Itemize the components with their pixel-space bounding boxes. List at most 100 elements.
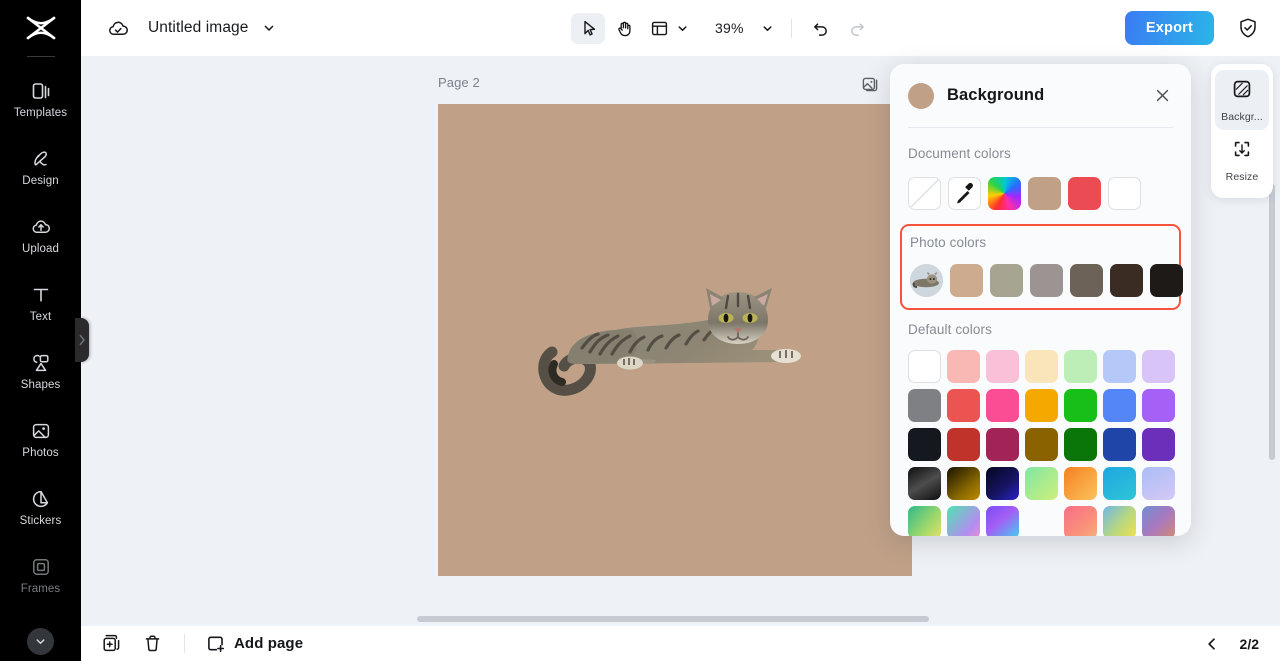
sidebar-item-stickers[interactable]: Stickers bbox=[0, 473, 81, 541]
photo-color-3[interactable] bbox=[1030, 264, 1063, 297]
cat-photo[interactable] bbox=[538, 286, 816, 414]
red[interactable] bbox=[947, 389, 980, 422]
close-x-icon[interactable] bbox=[1153, 86, 1172, 105]
gradient-gold[interactable] bbox=[947, 467, 980, 500]
left-sidebar: Templates Design Upload Text Shapes Phot… bbox=[0, 0, 81, 661]
trash-icon[interactable] bbox=[142, 633, 163, 654]
cursor-arrow-icon bbox=[583, 20, 595, 36]
white[interactable] bbox=[908, 350, 941, 383]
dark-gold[interactable] bbox=[1025, 428, 1058, 461]
light-salmon[interactable] bbox=[947, 350, 980, 383]
zoom-control[interactable]: 39% bbox=[708, 13, 779, 44]
panel-collapse-handle[interactable] bbox=[75, 318, 89, 362]
hand-tool-button[interactable] bbox=[607, 13, 641, 44]
dark-red[interactable] bbox=[947, 428, 980, 461]
sidebar-item-text[interactable]: Text bbox=[0, 269, 81, 337]
photo-color-5[interactable] bbox=[1110, 264, 1143, 297]
hand-icon bbox=[617, 21, 631, 36]
redo-button[interactable] bbox=[840, 13, 874, 44]
gradient-violet-cyan[interactable] bbox=[986, 506, 1019, 536]
white-swatch[interactable] bbox=[1108, 177, 1141, 210]
navy-blue[interactable] bbox=[1103, 428, 1136, 461]
background-panel-header: Background bbox=[890, 64, 1191, 127]
sidebar-item-label: Frames bbox=[20, 582, 61, 595]
eyedropper-icon bbox=[957, 182, 973, 204]
sidebar-item-label: Design bbox=[22, 174, 59, 187]
sidebar-item-upload[interactable]: Upload bbox=[0, 201, 81, 269]
document-colors-section: Document colors bbox=[890, 128, 1191, 210]
duplicate-page-icon[interactable] bbox=[101, 633, 122, 654]
green[interactable] bbox=[1064, 389, 1097, 422]
light-cream[interactable] bbox=[1025, 350, 1058, 383]
gradient-aqua-pink[interactable] bbox=[947, 506, 980, 536]
sidebar-item-label: Templates bbox=[13, 106, 68, 119]
shield-check-icon[interactable] bbox=[1236, 16, 1260, 40]
gradient-charcoal[interactable] bbox=[908, 467, 941, 500]
tan-swatch[interactable] bbox=[1028, 177, 1061, 210]
eyedropper-swatch[interactable] bbox=[948, 177, 981, 210]
chevron-down-icon[interactable] bbox=[262, 21, 276, 35]
red-swatch[interactable] bbox=[1068, 177, 1101, 210]
chevron-left-icon[interactable] bbox=[1204, 636, 1220, 652]
select-tool-button[interactable] bbox=[571, 12, 605, 44]
maroon[interactable] bbox=[986, 428, 1019, 461]
gradient-periwinkle[interactable] bbox=[1142, 467, 1175, 500]
sidebar-item-design[interactable]: Design bbox=[0, 133, 81, 201]
sidebar-more-button[interactable] bbox=[27, 628, 54, 655]
document-title[interactable]: Untitled image bbox=[148, 19, 248, 37]
gradient-plum[interactable] bbox=[1025, 506, 1058, 536]
dock-item-resize[interactable]: Resize bbox=[1215, 130, 1269, 190]
artboard[interactable] bbox=[438, 104, 912, 576]
photo-color-4[interactable] bbox=[1070, 264, 1103, 297]
cloud-check-icon[interactable] bbox=[106, 16, 131, 41]
dark-purple[interactable] bbox=[1142, 428, 1175, 461]
stacked-images-icon[interactable] bbox=[861, 74, 880, 98]
undo-button[interactable] bbox=[804, 13, 838, 44]
rainbow-swatch[interactable] bbox=[988, 177, 1021, 210]
sidebar-item-frames[interactable]: Frames bbox=[0, 541, 81, 609]
sidebar-item-photos[interactable]: Photos bbox=[0, 405, 81, 473]
default-colors-section: Default colors bbox=[890, 310, 1191, 536]
dock-item-background[interactable]: Backgr... bbox=[1215, 70, 1269, 130]
sidebar-item-label: Upload bbox=[21, 242, 60, 255]
add-page-button[interactable]: Add page bbox=[206, 634, 303, 653]
gradient-mint[interactable] bbox=[1025, 467, 1058, 500]
sidebar-item-templates[interactable]: Templates bbox=[0, 65, 81, 133]
top-toolbar: Untitled image 39% Export bbox=[81, 0, 1280, 56]
blue[interactable] bbox=[1103, 389, 1136, 422]
gradient-coral[interactable] bbox=[1064, 506, 1097, 536]
light-green[interactable] bbox=[1064, 350, 1097, 383]
gradient-orange[interactable] bbox=[1064, 467, 1097, 500]
gradient-sky[interactable] bbox=[1103, 467, 1136, 500]
photo-color-2[interactable] bbox=[990, 264, 1023, 297]
horizontal-scrollbar[interactable] bbox=[417, 616, 929, 622]
current-background-swatch[interactable] bbox=[908, 82, 934, 109]
gradient-mauve[interactable] bbox=[1142, 506, 1175, 536]
light-pink[interactable] bbox=[986, 350, 1019, 383]
photo-color-1[interactable] bbox=[950, 264, 983, 297]
gradient-blue-yellow[interactable] bbox=[1103, 506, 1136, 536]
purple[interactable] bbox=[1142, 389, 1175, 422]
capcut-logo[interactable] bbox=[0, 0, 81, 56]
background-panel: Background Document colors Photo colors bbox=[890, 64, 1191, 536]
sidebar-item-shapes[interactable]: Shapes bbox=[0, 337, 81, 405]
dark-green[interactable] bbox=[1064, 428, 1097, 461]
near-black[interactable] bbox=[908, 428, 941, 461]
photo-color-6[interactable] bbox=[1150, 264, 1183, 297]
orange[interactable] bbox=[1025, 389, 1058, 422]
gradient-indigo[interactable] bbox=[986, 467, 1019, 500]
photo-thumbnail-cat[interactable] bbox=[910, 264, 943, 297]
transparent-swatch[interactable] bbox=[908, 177, 941, 210]
photo-colors-section: Photo colors bbox=[900, 224, 1183, 310]
layout-tool-button[interactable] bbox=[643, 13, 694, 44]
vertical-scrollbar[interactable] bbox=[1269, 184, 1275, 460]
chevron-down-icon bbox=[36, 639, 45, 644]
export-button[interactable]: Export bbox=[1124, 11, 1214, 45]
light-purple[interactable] bbox=[1142, 350, 1175, 383]
document-colors-row bbox=[908, 177, 1173, 210]
gradient-teal-lime[interactable] bbox=[908, 506, 941, 536]
gray[interactable] bbox=[908, 389, 941, 422]
light-blue[interactable] bbox=[1103, 350, 1136, 383]
resize-frame-icon bbox=[1231, 138, 1253, 165]
pink[interactable] bbox=[986, 389, 1019, 422]
